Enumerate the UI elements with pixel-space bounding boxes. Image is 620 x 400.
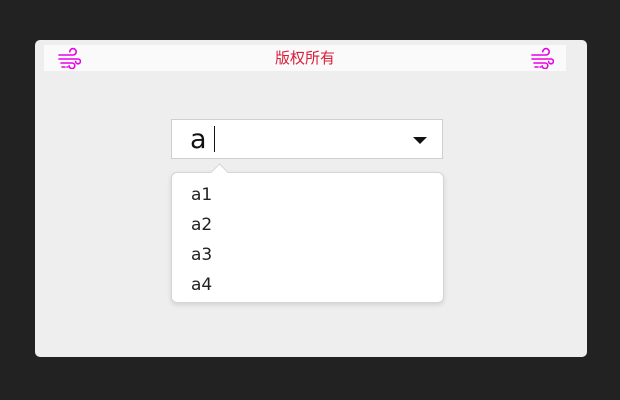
header-bar: 版权所有 — [44, 45, 566, 71]
text-caret — [213, 126, 215, 152]
combo-input[interactable]: a — [190, 123, 215, 155]
combo-box[interactable]: a — [171, 119, 443, 159]
dropdown-pointer — [210, 163, 229, 182]
combo-input-value: a — [190, 123, 207, 155]
copyright-title: 版权所有 — [274, 49, 335, 67]
app-panel: 版权所有 a a1 a2 a3 a4 — [35, 40, 587, 357]
caret-down-icon[interactable] — [413, 137, 427, 144]
dropdown-option[interactable]: a2 — [191, 214, 212, 236]
dropdown-option[interactable]: a1 — [191, 184, 212, 206]
dropdown-option[interactable]: a4 — [191, 274, 212, 296]
wind-icon — [531, 47, 554, 69]
dropdown-option[interactable]: a3 — [191, 244, 212, 266]
dropdown-list: a1 a2 a3 a4 — [171, 163, 444, 303]
